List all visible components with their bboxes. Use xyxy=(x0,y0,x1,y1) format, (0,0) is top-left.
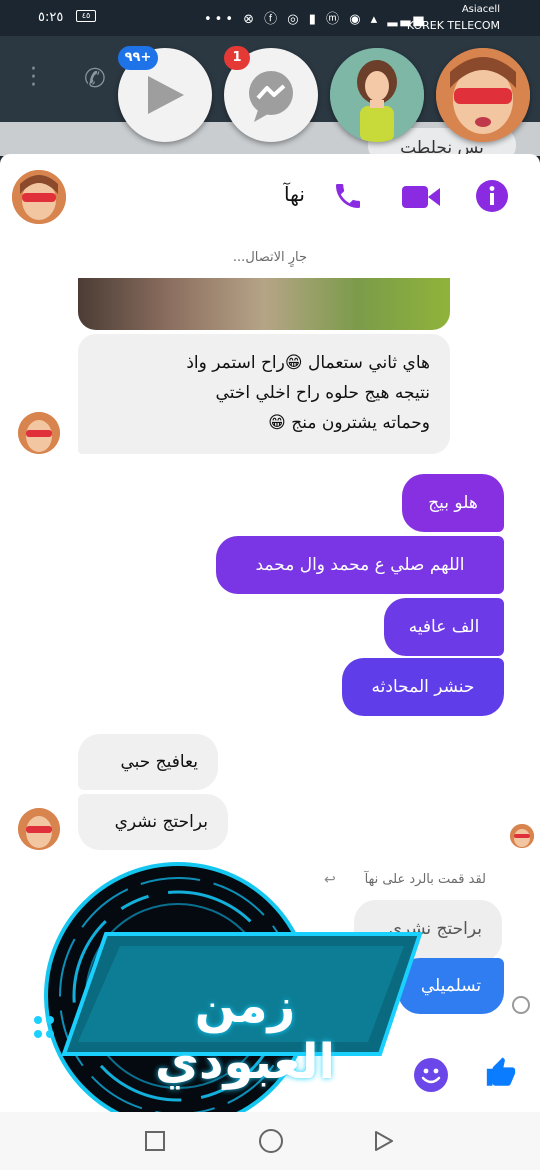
chat-header: نهآ xyxy=(0,154,540,242)
chat-head-contact-1[interactable] xyxy=(330,48,424,142)
outgoing-message[interactable]: اللهم صلي ع محمد وال محمد xyxy=(216,536,504,594)
outgoing-message[interactable]: حنشر المحادثه xyxy=(342,658,504,716)
connecting-status: جارٍ الاتصال... xyxy=(232,250,308,265)
sender-avatar[interactable] xyxy=(18,412,60,454)
carrier-top: Asiacell xyxy=(461,4,500,15)
play-badge: ٩٩+ xyxy=(118,46,158,70)
like-icon[interactable] xyxy=(484,1056,518,1090)
contact-avatar[interactable] xyxy=(12,170,66,224)
battery-icon: ٤٥ xyxy=(76,10,96,22)
info-icon[interactable] xyxy=(476,180,508,212)
message-line: وحماته يشترون منج 😁 xyxy=(268,413,430,433)
message-line: نتيجه هيج حلوه راح اخلي اختي xyxy=(215,383,430,403)
home-button[interactable] xyxy=(258,1128,284,1154)
chat-head-contact-2[interactable] xyxy=(436,48,530,142)
video-call-icon[interactable] xyxy=(402,184,440,210)
notification-icons: ••• ⊗ ⓕ ◎ ▮ ⓜ ◉ ▴ ▂▃▅ xyxy=(204,12,427,27)
phone-icon: ✆ xyxy=(84,64,106,94)
contact-name: نهآ xyxy=(284,182,305,206)
navigation-bar xyxy=(0,1112,540,1170)
more-options-icon: · · · xyxy=(30,57,37,98)
avatar-sunglasses xyxy=(12,170,66,224)
avatar-sunglasses xyxy=(510,824,534,848)
carrier-bottom: KOREK TELECOM xyxy=(406,19,500,32)
status-bar: ٥:٢٥ ٤٥ ••• ⊗ ⓕ ◎ ▮ ⓜ ◉ ▴ ▂▃▅ Asiacell K… xyxy=(0,0,540,36)
outgoing-message[interactable]: هلو بيج xyxy=(402,474,504,532)
sender-avatar[interactable] xyxy=(18,808,60,850)
incoming-message[interactable]: براحتج نشري xyxy=(78,794,228,850)
back-button[interactable] xyxy=(372,1130,394,1152)
incoming-message[interactable]: هاي ثاني ستعمال 😁راح استمر واذ نتيجه هيج… xyxy=(78,334,450,454)
messenger-badge: 1 xyxy=(224,46,250,70)
watermark-text: زمن العبودي xyxy=(155,978,335,1090)
status-time: ٥:٢٥ xyxy=(38,10,64,25)
avatar-girl xyxy=(330,48,424,142)
outgoing-message[interactable]: الف عافيه xyxy=(384,598,504,656)
image-message[interactable] xyxy=(78,278,450,330)
voice-call-icon[interactable] xyxy=(332,180,364,212)
seen-avatar xyxy=(510,824,534,848)
sent-status-icon xyxy=(512,996,530,1014)
avatar-sunglasses xyxy=(436,48,530,142)
avatar-sunglasses xyxy=(18,808,60,850)
avatar-sunglasses xyxy=(18,412,60,454)
recents-button[interactable] xyxy=(144,1130,166,1152)
incoming-message[interactable]: يعافيج حبي xyxy=(78,734,218,790)
message-line: هاي ثاني ستعمال 😁راح استمر واذ xyxy=(186,353,430,373)
